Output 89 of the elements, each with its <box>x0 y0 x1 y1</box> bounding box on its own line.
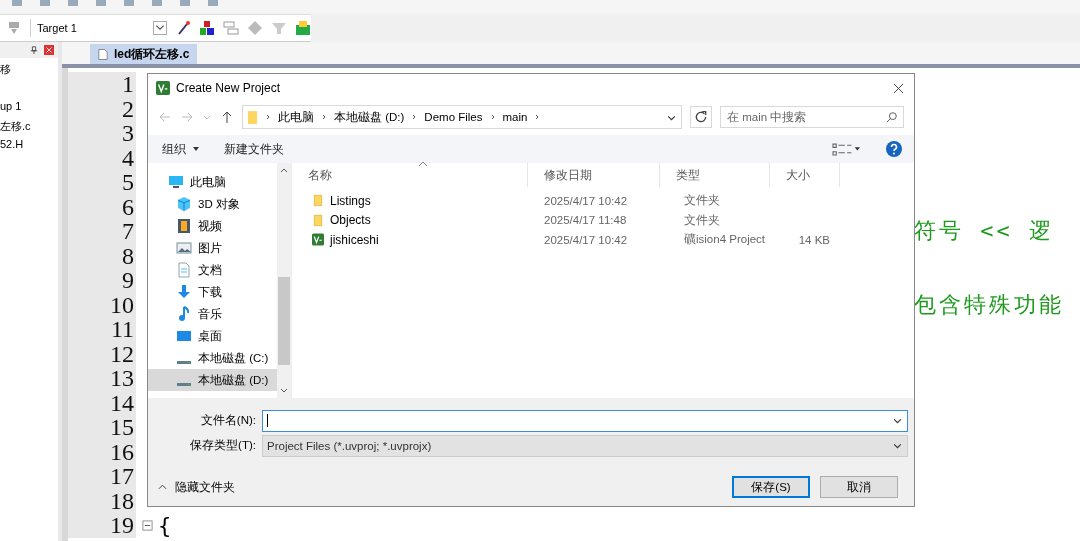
nav-item[interactable]: 音乐 <box>148 303 277 325</box>
scrollbar[interactable] <box>277 163 291 398</box>
file-row[interactable]: Objects 2025/4/17 11:48 文件夹 <box>292 210 914 230</box>
file-icon <box>98 47 108 61</box>
chevron-right-icon[interactable] <box>264 113 272 121</box>
file-row[interactable]: Listings 2025/4/17 10:42 文件夹 <box>292 191 914 211</box>
line-number: 6 <box>68 194 136 219</box>
image-icon <box>176 240 192 256</box>
line-number: 9 <box>68 268 136 293</box>
refresh-icon[interactable] <box>690 106 712 128</box>
command-button[interactable]: 组织 <box>162 140 200 158</box>
line-number: 8 <box>68 243 136 268</box>
nav-item[interactable]: 桌面 <box>148 325 277 347</box>
line-number: 18 <box>68 488 136 513</box>
drive-icon <box>176 381 192 387</box>
up-arrow-icon[interactable] <box>220 110 234 124</box>
nav-item[interactable]: 图片 <box>148 237 277 259</box>
line-number: 17 <box>68 464 136 489</box>
nav-item[interactable]: 下载 <box>148 281 277 303</box>
filename-label: 文件名(N): <box>199 413 256 428</box>
line-number: 13 <box>68 366 136 391</box>
line-number: 14 <box>68 390 136 415</box>
line-number: 5 <box>68 170 136 195</box>
code-text: 符号 << 逻 <box>914 217 1054 246</box>
line-number: 2 <box>68 96 136 121</box>
blocks-icon[interactable] <box>199 20 215 36</box>
project-tree-item[interactable]: up 1 <box>0 100 58 119</box>
line-number: 4 <box>68 145 136 170</box>
line-number: 19 <box>68 513 136 538</box>
dialog-button[interactable]: 取消 <box>820 476 898 498</box>
hide-folders-toggle[interactable]: 隐藏文件夹 <box>158 479 235 495</box>
search-field[interactable]: 在 main 中搜索 <box>720 106 904 128</box>
command-button[interactable]: 新建文件夹 <box>224 140 284 158</box>
column-header[interactable]: 大小 <box>770 163 840 187</box>
project-tree-item[interactable]: 52.H <box>0 138 58 157</box>
view-options-icon[interactable] <box>830 142 862 156</box>
code-text: { <box>158 512 172 538</box>
document-icon <box>176 262 192 278</box>
chevron-right-icon[interactable] <box>320 113 328 121</box>
help-icon[interactable] <box>886 141 902 157</box>
line-number: 15 <box>68 415 136 440</box>
code-text: 包含特殊功能 <box>914 290 1064 319</box>
fold-icon[interactable] <box>141 519 153 531</box>
column-header[interactable]: 类型 <box>660 163 770 187</box>
scroll-down-icon[interactable] <box>279 388 289 394</box>
folder-icon <box>312 194 324 208</box>
filetype-select[interactable]: Project Files (*.uvproj; *.uvprojx) <box>262 434 908 457</box>
dialog-title: Create New Project <box>176 81 282 95</box>
nav-item[interactable]: 此电脑 <box>148 171 277 193</box>
close-icon[interactable] <box>893 82 904 94</box>
magic-wand-icon[interactable] <box>175 20 191 36</box>
line-number: 1 <box>68 72 136 97</box>
line-number: 7 <box>68 219 136 244</box>
music-note-icon <box>176 306 192 322</box>
film-icon <box>176 218 192 234</box>
address-bar[interactable]: 此电脑 本地磁盘 (D:) Demo Files main <box>242 105 682 129</box>
desktop-icon <box>176 328 192 344</box>
line-number: 12 <box>68 341 136 366</box>
cube-icon <box>176 196 192 212</box>
caret-icon[interactable] <box>192 145 200 153</box>
dialog-button[interactable]: 保存(S) <box>732 476 810 498</box>
nav-item[interactable]: 3D 对象 <box>148 193 277 215</box>
download-icon <box>176 284 192 300</box>
line-number: 10 <box>68 292 136 317</box>
nav-item[interactable]: 文档 <box>148 259 277 281</box>
sort-caret-icon <box>418 161 428 167</box>
scroll-up-icon[interactable] <box>279 167 289 173</box>
nav-item[interactable]: 视频 <box>148 215 277 237</box>
line-number: 3 <box>68 121 136 146</box>
search-icon[interactable] <box>886 111 898 123</box>
filetype-label: 保存类型(T): <box>189 438 256 453</box>
nav-item[interactable]: 本地磁盘 (D:) <box>148 369 277 391</box>
folder-icon <box>312 213 324 227</box>
file-tab[interactable]: led循环左移.c <box>90 44 198 64</box>
project-file-icon <box>312 233 324 247</box>
line-number: 11 <box>68 317 136 342</box>
app-icon <box>156 81 170 95</box>
pin-icon[interactable] <box>30 46 38 54</box>
filename-field[interactable] <box>262 409 908 432</box>
project-tree-item[interactable]: 左移.c <box>0 119 58 138</box>
line-number: 16 <box>68 439 136 464</box>
column-header[interactable]: 名称 <box>292 163 528 187</box>
file-row[interactable]: jishiceshi 2025/4/17 10:42 礦ision4 Project 14 KB <box>292 230 914 250</box>
column-header[interactable]: 修改日期 <box>528 163 660 187</box>
monitor-icon <box>168 174 184 190</box>
folder-icon <box>247 109 258 125</box>
drive-icon <box>176 359 192 365</box>
project-tree-item[interactable]: 移 <box>0 62 58 81</box>
nav-item[interactable]: 本地磁盘 (C:) <box>148 347 277 369</box>
